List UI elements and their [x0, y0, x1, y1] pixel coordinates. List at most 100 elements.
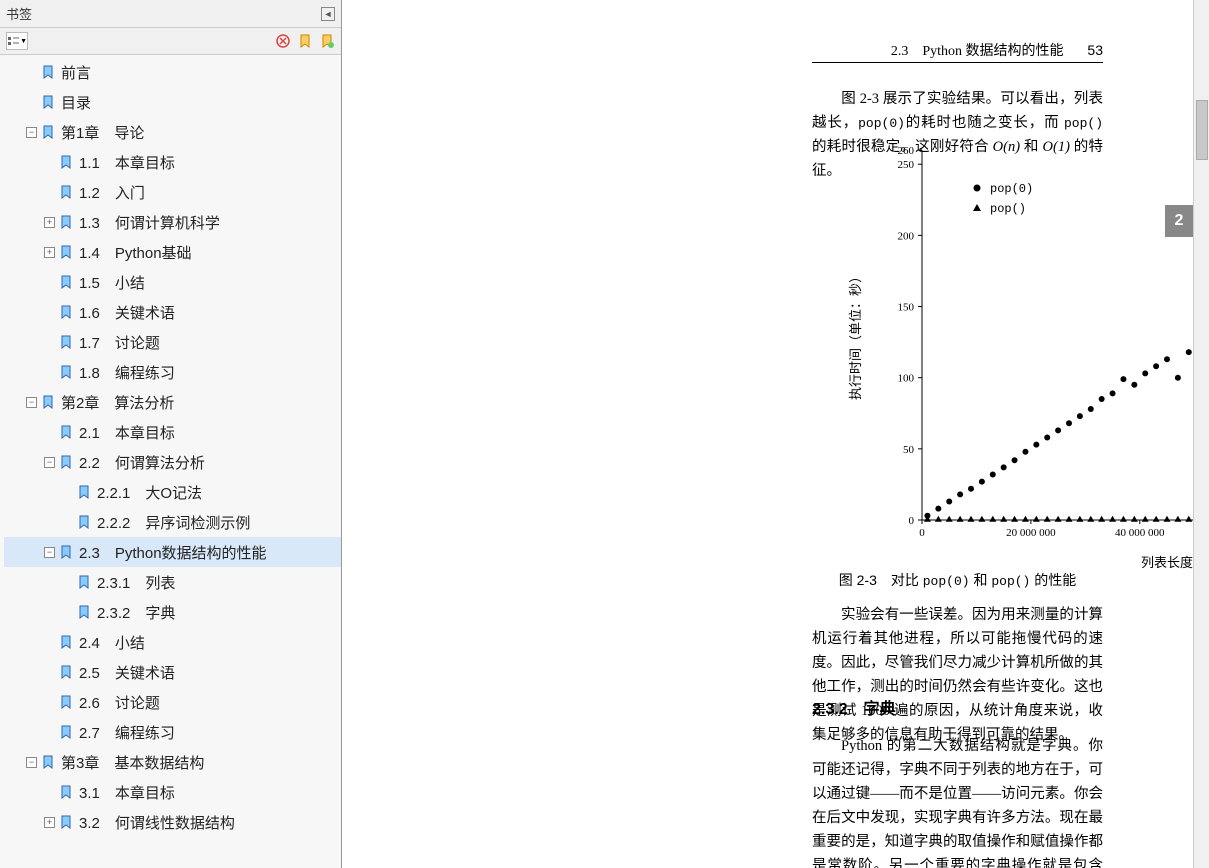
svg-text:50: 50: [903, 444, 915, 456]
toggle-spacer: [44, 277, 55, 288]
toggle-spacer: [44, 727, 55, 738]
bookmark-label: 2.7 编程练习: [79, 722, 175, 743]
bookmark-icon: [59, 545, 73, 559]
page-header: 2.3 Python 数据结构的性能 53: [891, 40, 1103, 60]
bookmark-label: 1.6 关键术语: [79, 302, 175, 323]
paragraph-experiment: 实验会有一些误差。因为用来测量的计算机运行着其他进程，所以可能拖慢代码的速度。因…: [812, 604, 1103, 748]
chapter-tab[interactable]: 2: [1165, 205, 1193, 237]
toggle-spacer: [62, 577, 73, 588]
bookmark-node[interactable]: 1.2 入门: [4, 177, 341, 207]
collapse-sidebar-button[interactable]: ◄: [321, 7, 335, 21]
expand-icon[interactable]: +: [44, 247, 55, 258]
heading-2-3-2: 2.3.2 字典: [812, 695, 896, 719]
collapse-icon[interactable]: −: [26, 757, 37, 768]
bookmark-label: 1.1 本章目标: [79, 152, 175, 173]
bookmark-icon: [59, 245, 73, 259]
bookmark-label: 前言: [61, 62, 91, 83]
bookmark-node[interactable]: 3.1 本章目标: [4, 777, 341, 807]
bookmark-node[interactable]: 1.7 讨论题: [4, 327, 341, 357]
bookmark-label: 第2章 算法分析: [61, 392, 174, 413]
bookmark-icon: [77, 575, 91, 589]
bookmark-node[interactable]: +1.3 何谓计算机科学: [4, 207, 341, 237]
bookmark-icon: [59, 455, 73, 469]
scroll-thumb[interactable]: [1196, 100, 1208, 160]
figure-2-3: 050100150200250260020 000 00040 000 0006…: [842, 140, 1209, 575]
bookmark-node[interactable]: 1.5 小结: [4, 267, 341, 297]
bookmark-node[interactable]: 2.1 本章目标: [4, 417, 341, 447]
toggle-spacer: [62, 517, 73, 528]
toggle-spacer: [44, 787, 55, 798]
collapse-icon[interactable]: −: [44, 547, 55, 558]
bookmark-node[interactable]: − 第2章 算法分析: [4, 387, 341, 417]
bookmark-label: 第3章 基本数据结构: [61, 752, 204, 773]
toggle-spacer: [44, 337, 55, 348]
page-number: 53: [1087, 42, 1103, 58]
bookmark-label: 1.4 Python基础: [79, 242, 192, 263]
bookmark-node[interactable]: − 2.3 Python数据结构的性能: [4, 537, 341, 567]
delete-bookmark-icon[interactable]: [275, 33, 291, 49]
paragraph-dict: Python 的第二大数据结构就是字典。你可能还记得，字典不同于列表的地方在于，…: [812, 735, 1103, 868]
bookmark-icon: [77, 605, 91, 619]
bookmark-node[interactable]: 前言: [4, 57, 341, 87]
bookmark-icon: [59, 785, 73, 799]
bookmark-icon: [59, 305, 73, 319]
svg-text:40 000 000: 40 000 000: [1115, 527, 1165, 539]
svg-text:200: 200: [898, 230, 915, 242]
bookmark-node[interactable]: 目录: [4, 87, 341, 117]
collapse-icon[interactable]: −: [44, 457, 55, 468]
svg-text:列表长度: 列表长度: [1141, 555, 1193, 570]
bookmark-icon: [59, 635, 73, 649]
svg-text:250: 250: [898, 159, 915, 171]
bookmark-icon: [59, 695, 73, 709]
bookmark-node[interactable]: 2.6 讨论题: [4, 687, 341, 717]
view-options-button[interactable]: ▼: [6, 32, 28, 50]
bookmark-icon: [59, 215, 73, 229]
toggle-spacer: [44, 697, 55, 708]
bookmark-node[interactable]: 2.5 关键术语: [4, 657, 341, 687]
add-bookmark-icon[interactable]: [319, 33, 335, 49]
bookmark-label: 2.2.1 大O记法: [97, 482, 202, 503]
bookmark-node[interactable]: − 第3章 基本数据结构: [4, 747, 341, 777]
collapse-icon[interactable]: −: [26, 397, 37, 408]
collapse-icon[interactable]: −: [26, 127, 37, 138]
expand-icon[interactable]: +: [44, 217, 55, 228]
bookmark-label: 1.3 何谓计算机科学: [79, 212, 220, 233]
bookmark-node[interactable]: −第1章 导论: [4, 117, 341, 147]
bookmark-node[interactable]: +1.4 Python基础: [4, 237, 341, 267]
bookmark-node[interactable]: 2.3.1 列表: [4, 567, 341, 597]
bookmark-tree[interactable]: 前言目录−第1章 导论1.1 本章目标1.2 入门+1.3 何谓计算机科学+1.…: [0, 55, 341, 868]
bookmark-icon: [41, 65, 55, 79]
new-bookmark-icon[interactable]: [297, 33, 313, 49]
toggle-spacer: [44, 427, 55, 438]
svg-text:执行时间（单位：秒）: 执行时间（单位：秒）: [848, 270, 863, 400]
bookmark-icon: [77, 515, 91, 529]
expand-icon[interactable]: +: [44, 817, 55, 828]
bookmark-label: 2.3 Python数据结构的性能: [79, 542, 267, 563]
toggle-spacer: [62, 607, 73, 618]
toggle-spacer: [26, 67, 37, 78]
bookmark-node[interactable]: 2.2.1 大O记法: [4, 477, 341, 507]
bookmark-node[interactable]: 2.2.2 异序词检测示例: [4, 507, 341, 537]
bookmark-label: 2.4 小结: [79, 632, 145, 653]
toggle-spacer: [44, 157, 55, 168]
bookmark-label: 2.2 何谓算法分析: [79, 452, 205, 473]
bookmark-icon: [59, 155, 73, 169]
toggle-spacer: [44, 307, 55, 318]
bookmark-label: 2.2.2 异序词检测示例: [97, 512, 250, 533]
vertical-scrollbar[interactable]: [1193, 0, 1209, 868]
svg-text:100: 100: [898, 373, 915, 385]
bookmark-node[interactable]: 2.4 小结: [4, 627, 341, 657]
bookmark-node[interactable]: 1.1 本章目标: [4, 147, 341, 177]
bookmark-label: 1.8 编程练习: [79, 362, 175, 383]
bookmark-node[interactable]: +3.2 何谓线性数据结构: [4, 807, 341, 837]
toggle-spacer: [44, 667, 55, 678]
bookmark-node[interactable]: 2.3.2 字典: [4, 597, 341, 627]
toggle-spacer: [44, 637, 55, 648]
bookmark-node[interactable]: 1.8 编程练习: [4, 357, 341, 387]
bookmark-node[interactable]: − 2.2 何谓算法分析: [4, 447, 341, 477]
bookmark-node[interactable]: 1.6 关键术语: [4, 297, 341, 327]
bookmark-node[interactable]: 2.7 编程练习: [4, 717, 341, 747]
svg-text:150: 150: [898, 302, 915, 314]
sidebar-title: 书签: [6, 4, 32, 23]
bookmark-label: 1.7 讨论题: [79, 332, 160, 353]
